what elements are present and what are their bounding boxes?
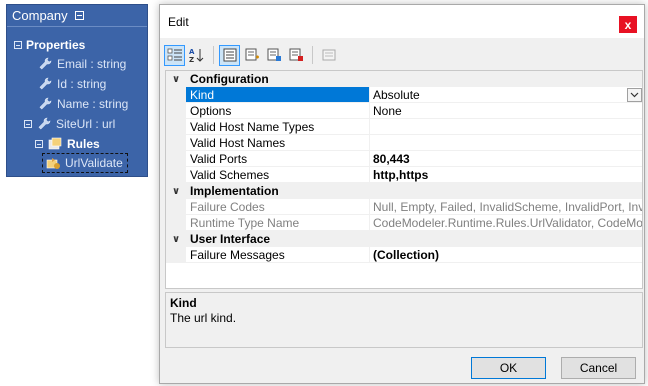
wrench-icon xyxy=(36,116,52,132)
property-row[interactable]: Valid Ports 80,443 xyxy=(166,151,642,167)
property-value[interactable]: Null, Empty, Failed, InvalidScheme, Inva… xyxy=(370,199,642,215)
property-name: Kind xyxy=(186,87,370,103)
close-button[interactable]: x xyxy=(619,16,637,33)
property-name: Options xyxy=(186,103,370,119)
tree-node-property[interactable]: Id : string xyxy=(37,75,106,93)
description-text: The url kind. xyxy=(170,311,237,325)
property-row[interactable]: Runtime Type Name CodeModeler.Runtime.Ru… xyxy=(166,215,642,231)
property-value[interactable]: 80,443 xyxy=(370,151,642,167)
validator-icon xyxy=(45,155,61,171)
property-name: Failure Messages xyxy=(186,247,370,263)
toolbar-separator xyxy=(312,46,313,64)
tree-label: SiteUrl : url xyxy=(56,117,116,131)
property-row[interactable]: Options None xyxy=(166,103,642,119)
property-value[interactable]: (Collection) xyxy=(370,247,642,263)
property-row[interactable]: Valid Host Names xyxy=(166,135,642,151)
property-pages-button[interactable] xyxy=(318,45,339,66)
svg-text:Z: Z xyxy=(189,56,194,63)
remove-item-button[interactable] xyxy=(285,45,306,66)
property-grid: ∨ Configuration Kind Absolute Options No… xyxy=(165,70,643,289)
collapse-icon[interactable] xyxy=(14,41,22,49)
category-row[interactable]: ∨ Implementation xyxy=(166,183,642,199)
description-panel: Kind The url kind. xyxy=(165,292,643,348)
alphabetical-button[interactable]: AZ xyxy=(186,45,207,66)
tree-label: Email : string xyxy=(57,57,127,71)
category-label: Implementation xyxy=(190,184,279,198)
ok-button[interactable]: OK xyxy=(471,357,546,379)
tree-node-property[interactable]: Name : string xyxy=(37,95,128,113)
edit-item-icon xyxy=(267,48,281,61)
chevron-down-icon xyxy=(630,92,639,98)
close-icon: x xyxy=(624,17,632,32)
tree-node-properties[interactable]: Properties xyxy=(14,36,85,54)
svg-text:A: A xyxy=(189,48,195,56)
property-name: Valid Host Name Types xyxy=(186,119,370,135)
chevron-down-icon[interactable]: ∨ xyxy=(166,186,186,197)
property-value[interactable] xyxy=(370,135,642,151)
property-pages-icon xyxy=(322,49,335,61)
tree-node-property[interactable]: SiteUrl : url xyxy=(24,115,115,133)
property-value[interactable] xyxy=(370,119,642,135)
tree-label: UrlValidate xyxy=(65,156,123,170)
edit-dialog: Edit x AZ ∨ Configuration Kind Absolute … xyxy=(159,4,645,384)
category-row[interactable]: ∨ User Interface xyxy=(166,231,642,247)
toolbar-separator xyxy=(213,46,214,64)
cancel-button[interactable]: Cancel xyxy=(561,357,636,379)
tree-node-url-validator[interactable]: UrlValidate xyxy=(42,153,128,173)
category-label: Configuration xyxy=(190,72,269,86)
edit-item-button[interactable] xyxy=(263,45,284,66)
properties-view-button[interactable] xyxy=(219,44,240,66)
wrench-icon xyxy=(37,96,53,112)
wrench-icon xyxy=(37,56,53,72)
category-label: User Interface xyxy=(190,232,271,246)
dropdown-button[interactable] xyxy=(627,88,642,102)
property-row[interactable]: Valid Host Name Types xyxy=(166,119,642,135)
entity-title: Company xyxy=(12,8,68,23)
categorized-button[interactable] xyxy=(164,44,185,66)
property-name: Failure Codes xyxy=(186,199,370,215)
property-row[interactable]: Failure Codes Null, Empty, Failed, Inval… xyxy=(166,199,642,215)
dialog-title: Edit xyxy=(168,14,189,29)
property-row[interactable]: Kind Absolute xyxy=(166,87,642,103)
sort-az-icon: AZ xyxy=(189,48,203,63)
dialog-title-bar[interactable]: Edit xyxy=(160,5,644,38)
tree-node-property[interactable]: Email : string xyxy=(37,55,126,73)
property-name: Valid Ports xyxy=(186,151,370,167)
tree-label: Rules xyxy=(67,137,100,151)
property-name: Valid Host Names xyxy=(186,135,370,151)
property-name: Valid Schemes xyxy=(186,167,370,183)
entity-header[interactable]: Company xyxy=(7,5,147,27)
tree-label: Name : string xyxy=(57,97,129,111)
property-value[interactable]: Absolute xyxy=(370,87,642,103)
property-value[interactable]: http,https xyxy=(370,167,642,183)
category-row[interactable]: ∨ Configuration xyxy=(166,71,642,87)
entity-panel: Company Properties Email : string Id : s… xyxy=(6,4,148,177)
add-item-button[interactable] xyxy=(241,45,262,66)
properties-icon xyxy=(223,48,236,62)
property-row[interactable]: Failure Messages (Collection) xyxy=(166,247,642,263)
property-row[interactable]: Valid Schemes http,https xyxy=(166,167,642,183)
tree-label: Properties xyxy=(26,38,86,52)
categorized-icon xyxy=(167,48,182,61)
property-name: Runtime Type Name xyxy=(186,215,370,231)
add-item-icon xyxy=(245,48,259,61)
collapse-icon[interactable] xyxy=(74,11,84,20)
rules-icon xyxy=(47,136,63,152)
remove-item-icon xyxy=(289,48,303,61)
wrench-icon xyxy=(37,76,53,92)
property-value[interactable]: None xyxy=(370,103,642,119)
chevron-down-icon[interactable]: ∨ xyxy=(166,234,186,245)
tree-node-rules[interactable]: Rules xyxy=(35,135,100,153)
description-title: Kind xyxy=(170,296,197,310)
collapse-icon[interactable] xyxy=(24,120,32,128)
chevron-down-icon[interactable]: ∨ xyxy=(166,74,186,85)
property-value[interactable]: CodeModeler.Runtime.Rules.UrlValidator, … xyxy=(370,215,642,231)
tree-label: Id : string xyxy=(57,77,107,91)
collapse-icon[interactable] xyxy=(35,140,43,148)
property-grid-toolbar: AZ xyxy=(164,43,340,67)
